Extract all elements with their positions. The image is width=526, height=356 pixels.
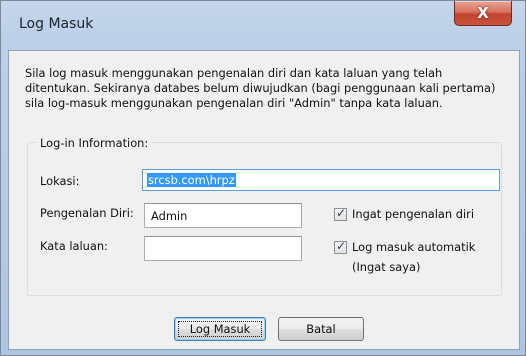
window-title: Log Masuk <box>19 16 94 32</box>
instructions-line-3: sila log-masuk menggunakan pengenalan di… <box>25 96 443 110</box>
auto-login-label[interactable]: Log masuk automatik <box>352 240 475 254</box>
remember-id-checkbox[interactable]: ✓ <box>334 206 347 221</box>
close-icon: X <box>477 4 489 22</box>
password-input[interactable] <box>144 236 302 261</box>
password-label: Kata laluan: <box>40 239 108 253</box>
location-label: Lokasi: <box>40 174 80 188</box>
auto-login-sublabel[interactable]: (Ingat saya) <box>352 260 420 274</box>
login-dialog-window: Log Masuk X Sila log masuk menggunakan p… <box>0 0 526 356</box>
remember-id-label[interactable]: Ingat pengenalan diri <box>352 207 474 221</box>
instructions-text: Sila log masuk menggunakan pengenalan di… <box>25 66 520 111</box>
user-id-label: Pengenalan Diri: <box>40 206 134 220</box>
login-button[interactable]: Log Masuk <box>174 317 266 341</box>
checkmark-icon: ✓ <box>336 239 347 253</box>
instructions-line-2: ditentukan. Sekiranya databes belum diwu… <box>25 81 496 95</box>
user-id-input[interactable]: Admin <box>144 203 302 228</box>
user-id-value: Admin <box>151 209 188 223</box>
close-button[interactable]: X <box>454 1 512 26</box>
title-bar[interactable]: Log Masuk X <box>1 1 525 49</box>
login-info-group-label: Log-in Information: <box>36 136 153 150</box>
checkmark-icon: ✓ <box>336 206 347 220</box>
auto-login-checkbox[interactable]: ✓ <box>334 239 347 254</box>
cancel-button[interactable]: Batal <box>278 317 364 341</box>
cancel-button-label: Batal <box>306 322 336 336</box>
focus-rectangle <box>178 321 262 337</box>
location-value: srcsb.com\hrpz <box>147 173 236 187</box>
instructions-line-1: Sila log masuk menggunakan pengenalan di… <box>25 66 443 80</box>
location-input[interactable]: srcsb.com\hrpz <box>142 169 500 191</box>
